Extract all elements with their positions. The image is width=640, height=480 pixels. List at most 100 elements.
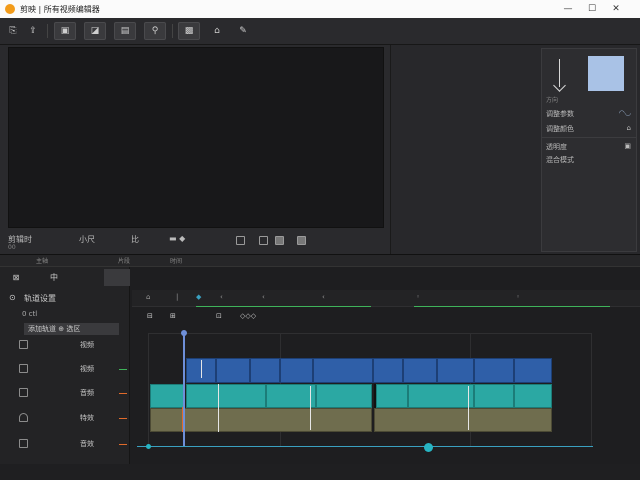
save-icon[interactable]: ▣ [54,22,76,40]
control-icon[interactable]: ⊟ [147,312,153,320]
timeline-ruler[interactable]: ⌂ | ◆ ‹ ‹ ‹ ◦ ◦ [132,290,640,307]
track-indicator [119,418,127,419]
sticker-icon[interactable]: ▩ [178,22,200,40]
overlay-clip[interactable] [266,384,316,408]
arrow-down-icon-head [553,79,566,92]
text-icon[interactable]: ⚲ [144,22,166,40]
inspector-label: 透明度 [546,143,567,151]
effect-track-icon [19,413,28,422]
status-bar [0,464,640,480]
tab-center[interactable]: 中 [44,269,64,286]
add-track-chip[interactable]: 添加轨道 ⊕ 选区 [24,323,119,335]
close-button[interactable]: ✕ [606,0,626,18]
tab-main[interactable]: 主轴 [36,256,48,265]
overlay-clip[interactable] [514,384,552,408]
ruler-mark: ⌂ [146,293,151,301]
video-clip[interactable] [514,358,552,383]
ruler-mark: ◆ [196,293,202,301]
settings-icon: ⊙ [9,293,16,302]
cut-marker [468,386,469,430]
snapshot-icon[interactable] [259,236,268,245]
inspector-label: 调整参数 [546,110,574,118]
overlay-clip[interactable] [408,384,474,408]
video-clip[interactable] [437,358,474,383]
toolbar-divider [47,24,48,38]
video-clip[interactable] [313,358,373,383]
tab-select[interactable]: ⊠ [6,269,26,286]
tab-time[interactable]: 时间 [170,256,182,265]
inspector-label: 调整颜色 [546,125,574,133]
cut-marker [201,360,202,378]
properties-panel: 方向 调整参数 ◠◡ 调整颜色 ⌂ 透明度 ▣ 混合模式 [390,45,640,254]
video-clip[interactable] [403,358,437,383]
tab-clip[interactable]: 片段 [118,256,130,265]
curve-icon[interactable]: ◠◡ [619,109,631,117]
video-clip[interactable] [280,358,313,383]
cut-marker [310,386,311,430]
track-indicator [119,444,127,445]
overlay-clip[interactable] [316,384,372,408]
ruler-mark: ‹ [220,293,223,301]
video-track-icon [19,340,28,349]
video-clip[interactable] [250,358,280,383]
video-clip[interactable] [474,358,514,383]
keyframe-dot[interactable] [146,444,151,449]
title-bar: 剪映 | 所有视频编辑器 [0,0,640,18]
transition-icon[interactable]: ✎ [234,22,252,40]
window-title: 剪映 | 所有视频编辑器 [20,4,100,14]
track-name: 视频 [80,341,94,349]
overlay-clip[interactable] [150,384,184,408]
overlay-clip[interactable] [474,384,514,408]
ruler-mark: ◦ [516,293,521,301]
speed-label[interactable]: ▬ ◆ [169,234,185,243]
control-icon[interactable]: ⊞ [170,312,176,320]
track-name: 音效 [80,440,94,448]
track-indicator [119,393,127,394]
row-label-text: 0 ctl [22,310,38,318]
playhead[interactable] [183,333,185,447]
color-swatch[interactable] [588,56,624,91]
export-icon[interactable]: ⇪ [26,22,40,40]
audio-clip[interactable] [374,408,552,432]
fit-icon[interactable] [275,236,284,245]
ratio-label[interactable]: 比 [131,234,139,245]
control-icon[interactable]: ◇◇◇ [240,312,256,320]
timecode-sub: 00 [8,244,16,251]
fullscreen-icon[interactable] [297,236,306,245]
reset-icon[interactable]: ⌂ [627,124,631,132]
overlay-clip[interactable] [186,384,266,408]
inspector: 方向 调整参数 ◠◡ 调整颜色 ⌂ 透明度 ▣ 混合模式 [541,48,637,252]
app-logo-icon [5,4,15,14]
overlay-clip[interactable] [376,384,408,408]
preview-panel: 剪辑时 00 小尺 比 ▬ ◆ [0,45,390,254]
in-out-range [196,306,371,307]
preview-controls: 剪辑时 00 小尺 比 ▬ ◆ [0,230,390,254]
section-title: 轨道设置 [24,294,56,303]
audio-track-icon [19,388,28,397]
media-icon[interactable]: ◪ [84,22,106,40]
video-clip[interactable] [373,358,403,383]
crop-icon[interactable] [236,236,245,245]
sound-track-icon [19,439,28,448]
toolbar: ⎘ ⇪ ▣ ◪ ▤ ⚲ ▩ ⌂ ✎ [0,18,640,45]
cut-marker [374,384,376,408]
video-track-icon [19,364,28,373]
track-panel: ⊠ 中 ⊙ 轨道设置 0 ctl 添加轨道 ⊕ 选区 视频 视频 音频 特效 音… [0,267,148,480]
control-icon[interactable]: ⊡ [216,312,222,320]
video-preview[interactable] [8,47,384,228]
keyframe-dot[interactable] [424,443,433,452]
inspector-label: 混合模式 [546,156,574,164]
video-clip[interactable] [216,358,250,383]
import-icon[interactable]: ⎘ [6,22,20,40]
track-name: 视频 [80,365,94,373]
keyframe-icon[interactable]: ▣ [624,142,631,150]
track-name: 音频 [80,389,94,397]
track-name: 特效 [80,414,94,422]
ruler-mark: ◦ [416,293,421,301]
maximize-button[interactable]: ☐ [582,0,602,18]
zoom-label[interactable]: 小尺 [79,234,95,245]
filter-icon[interactable]: ⌂ [208,22,226,40]
inspector-divider [542,137,636,138]
effects-icon[interactable]: ▤ [114,22,136,40]
minimize-button[interactable]: — [558,0,578,18]
